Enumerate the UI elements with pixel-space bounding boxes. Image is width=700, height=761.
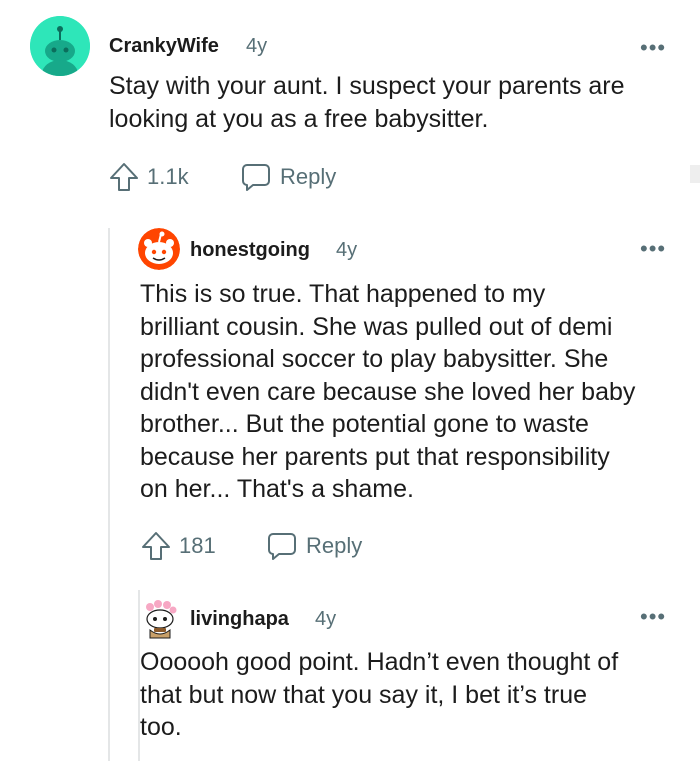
- username[interactable]: CrankyWife: [109, 35, 219, 58]
- upvote-arrow-icon: [142, 532, 170, 560]
- comment-body: Oooooh good point. Hadn’t even thought o…: [140, 646, 618, 744]
- username[interactable]: honestgoing: [190, 239, 310, 262]
- upvote-count: 1.1k: [147, 164, 189, 189]
- more-options-icon[interactable]: •••: [640, 606, 666, 628]
- reply-label: Reply: [280, 164, 337, 189]
- upvote-button[interactable]: 1.1k: [108, 161, 189, 193]
- thread-line: [108, 228, 110, 761]
- upvote-button[interactable]: 181: [140, 530, 216, 562]
- comment-text-line: too.: [140, 713, 182, 741]
- comment-text-line: brilliant cousin. She was pulled out of …: [140, 312, 613, 341]
- comment-text-line: professional soccer to play babysitter. …: [140, 345, 609, 373]
- comment-text-line: brother... But the potential gone to was…: [140, 410, 589, 438]
- username[interactable]: livinghapa: [190, 608, 289, 631]
- comment-body: This is so true. That happened to my bri…: [140, 278, 635, 506]
- comment-body: Stay with your aunt. I suspect your pare…: [109, 70, 625, 135]
- upvote-count: 181: [179, 533, 216, 558]
- comment-age: 4y: [336, 239, 358, 261]
- user-avatar-icon[interactable]: [142, 600, 178, 640]
- user-avatar-icon[interactable]: [138, 228, 180, 270]
- reply-label: Reply: [306, 533, 363, 558]
- reply-bubble-icon: [242, 164, 270, 191]
- comment-age: 4y: [246, 35, 268, 57]
- comment-age: 4y: [315, 608, 337, 630]
- upvote-arrow-icon: [110, 163, 138, 191]
- comment-text-line: Stay with your aunt. I suspect your pare…: [109, 72, 625, 100]
- comment-text-line: This is so true. That happened to my: [140, 280, 546, 308]
- user-avatar-icon[interactable]: [30, 16, 90, 76]
- comment-text-line: because her parents put that responsibil…: [140, 442, 610, 471]
- reply-button[interactable]: Reply: [266, 530, 362, 562]
- more-options-icon[interactable]: •••: [640, 238, 666, 260]
- reply-button[interactable]: Reply: [240, 161, 336, 193]
- scrollbar[interactable]: [690, 165, 700, 183]
- comment-text-line: looking at you as a free babysitter.: [109, 104, 489, 133]
- more-options-icon[interactable]: •••: [640, 37, 666, 59]
- comment-text-line: on her... That's a shame.: [140, 475, 414, 503]
- comment-text-line: Oooooh good point. Hadn’t even thought o…: [140, 648, 619, 676]
- comment-text-line: didn't even care because she loved her b…: [140, 377, 636, 406]
- comment-text-line: that but now that you say it, I bet it’s…: [140, 680, 588, 709]
- reply-bubble-icon: [268, 533, 296, 560]
